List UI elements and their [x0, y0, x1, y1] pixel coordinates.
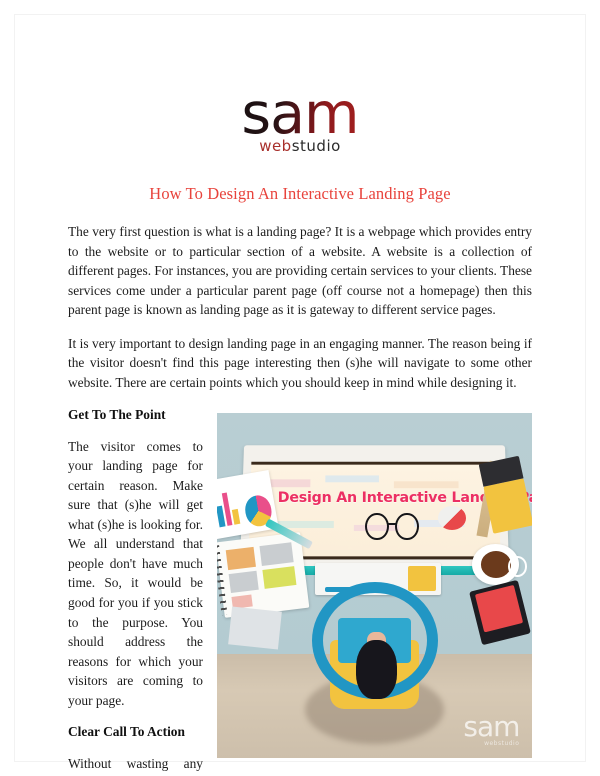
logo-subtitle: webstudio — [68, 139, 532, 154]
page-title: How To Design An Interactive Landing Pag… — [149, 184, 451, 203]
paper-sheet-icon — [227, 606, 282, 650]
document-page: sam webstudio How To Design An Interacti… — [0, 0, 600, 776]
notebook-icon — [217, 531, 310, 618]
person-head — [355, 640, 397, 699]
ball-icon — [437, 505, 466, 530]
article-illustration: How To Design An Interactive Landing Pag… — [217, 412, 532, 758]
section-body-clear-call-to-action: Without wasting any time your visitors s… — [68, 756, 520, 776]
chart-papers-icon — [217, 469, 279, 539]
illustration-watermark-text: sam — [463, 710, 520, 744]
intro-paragraph-2: It is very important to design landing p… — [68, 335, 532, 390]
page-content: sam webstudio How To Design An Interacti… — [68, 0, 532, 776]
coffee-mug-handle-icon — [507, 555, 528, 577]
illustration-watermark: sam webstudio — [463, 710, 520, 747]
logo-subtitle-studio: studio — [291, 137, 341, 155]
logo-subtitle-web: web — [259, 137, 292, 155]
pencil-cup-icon — [483, 477, 532, 534]
intro-paragraph-1: The very first question is what is a lan… — [68, 224, 532, 318]
eyeglasses-icon — [365, 512, 419, 541]
logo-wordmark: sam — [241, 81, 359, 147]
brand-logo: sam webstudio — [68, 0, 532, 154]
